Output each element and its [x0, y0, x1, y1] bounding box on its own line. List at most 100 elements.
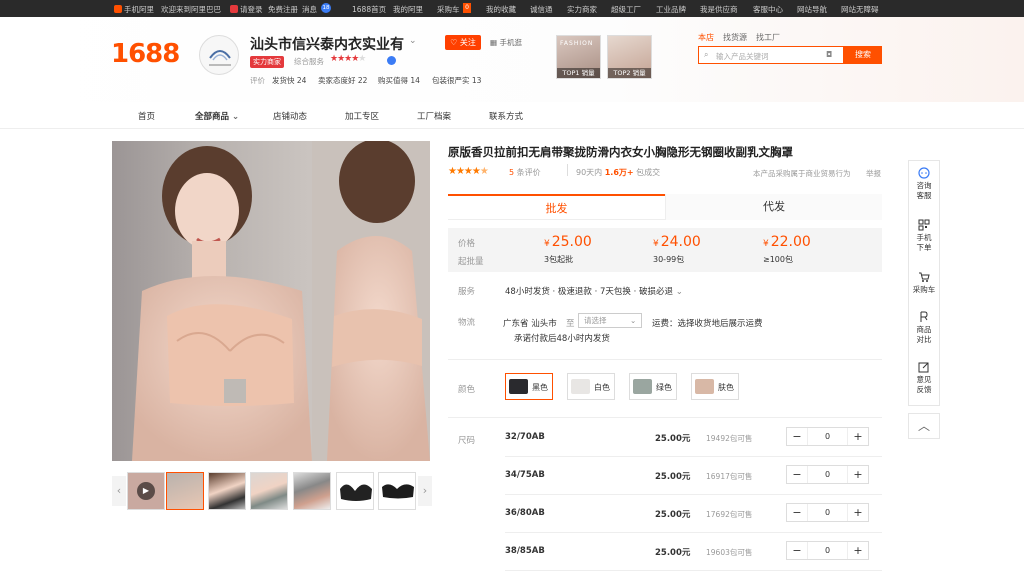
thumb-image-1[interactable] [166, 472, 204, 510]
tab-wholesale[interactable]: 批发 [448, 194, 665, 220]
nav-link-industrial-brand[interactable]: 工业品牌 [656, 4, 686, 15]
thumb-image-5[interactable] [336, 472, 374, 510]
size-name: 36/80AB [505, 508, 545, 518]
search-tab-factory[interactable]: 找工厂 [756, 32, 780, 43]
search-tab-store[interactable]: 本店 [698, 32, 714, 43]
nav-link-cart[interactable]: 采购车 [437, 4, 460, 15]
nav-link-accessibility[interactable]: 网站无障碍 [841, 4, 879, 15]
nav-all-products[interactable]: 全部商品 ⌄ [195, 110, 239, 122]
search-button[interactable]: 搜索 [844, 46, 882, 64]
messages-link[interactable]: 消息 [302, 4, 317, 15]
nav-link-power-merchant[interactable]: 实力商家 [567, 4, 597, 15]
promo-product-2[interactable]: TOP2 销量 [607, 35, 652, 79]
nav-link-my-ali[interactable]: 我的阿里 [393, 4, 423, 15]
price-tier-1: ¥25.00 [544, 234, 592, 250]
quantity-value[interactable]: 0 [807, 542, 848, 559]
login-link[interactable]: 请登录 [230, 4, 263, 15]
review-summary[interactable]: 5 条评价 [509, 167, 541, 178]
promo-product-1[interactable]: FASHION TOP1 销量 [556, 35, 601, 79]
quantity-stepper[interactable]: −0 + [786, 503, 869, 522]
thumb-next-arrow[interactable]: › [418, 476, 432, 506]
price-label: 价格 [458, 239, 476, 249]
rail-label: 采购车 [912, 285, 936, 294]
thumb-image-6[interactable] [378, 472, 416, 510]
divider [505, 570, 882, 571]
price-tier-2-qty: 30-99包 [653, 255, 685, 264]
rail-mobile-order[interactable]: 手机下单 [909, 219, 939, 253]
thumb-prev-arrow[interactable]: ‹ [112, 476, 126, 506]
rail-feedback[interactable]: 意见反馈 [909, 361, 939, 395]
tab-dropship[interactable]: 代发 [665, 194, 882, 220]
plus-button[interactable]: + [848, 504, 868, 521]
nav-shop-news[interactable]: 店铺动态 [273, 110, 307, 122]
color-name: 肤色 [718, 383, 734, 392]
compare-icon [920, 311, 928, 322]
back-to-top-button[interactable]: ︿ [908, 413, 940, 439]
nav-link-home[interactable]: 1688首页 [352, 4, 386, 15]
nav-link-chengxintong[interactable]: 诚信通 [530, 4, 553, 15]
color-option-green[interactable]: 绿色 [629, 373, 677, 400]
rail-label: 商品对比 [916, 325, 932, 344]
product-title: 原版香贝拉前扣无肩带聚拢防滑内衣女小胸隐形无钢圈收副乳文胸罩 [448, 145, 793, 159]
quantity-value[interactable]: 0 [807, 504, 848, 521]
nav-link-super-factory[interactable]: 超级工厂 [611, 4, 641, 15]
cart-icon [919, 272, 930, 282]
nav-link-service-center[interactable]: 客服中心 [753, 4, 783, 15]
destination-select-value: 请选择 [584, 316, 607, 325]
thumb-image-3[interactable] [250, 472, 288, 510]
nav-link-site-nav[interactable]: 网站导航 [797, 4, 827, 15]
camera-icon[interactable]: ◘ [826, 50, 832, 59]
color-label: 颜色 [458, 385, 476, 395]
thumb-image-4[interactable] [293, 472, 331, 510]
rail-compare[interactable]: 商品对比 [909, 311, 939, 345]
quantity-stepper[interactable]: −0 + [786, 541, 869, 560]
site-logo[interactable]: 1688 [111, 39, 180, 69]
quantity-value[interactable]: 0 [807, 428, 848, 445]
promo-label-1: TOP1 销量 [557, 68, 600, 78]
mobile-ali-link[interactable]: 手机阿里 [114, 4, 154, 15]
plus-button[interactable]: + [848, 542, 868, 559]
quantity-stepper[interactable]: −0 + [786, 465, 869, 484]
nav-contact[interactable]: 联系方式 [489, 110, 523, 122]
shop-logo[interactable] [199, 35, 239, 75]
rating-packaging: 包装很严实 13 [432, 75, 481, 86]
nav-link-favorites[interactable]: 我的收藏 [486, 4, 516, 15]
nav-factory-profile[interactable]: 工厂档案 [417, 110, 451, 122]
quantity-value[interactable]: 0 [807, 466, 848, 483]
rail-cart[interactable]: 采购车 [909, 271, 939, 295]
shop-name[interactable]: 汕头市信兴泰内衣实业有 [250, 34, 404, 54]
minus-button[interactable]: − [787, 428, 807, 445]
color-option-skin[interactable]: 肤色 [691, 373, 739, 400]
purchase-tabs: 批发 代发 [448, 194, 882, 220]
color-swatch [571, 379, 590, 394]
rating-stars: ★★★★★ [448, 166, 489, 177]
rating-fast-ship-value: 24 [296, 76, 307, 85]
report-link[interactable]: 举报 [866, 168, 881, 179]
chevron-down-icon[interactable]: ⌄ [409, 36, 417, 46]
chevron-down-icon: ⌄ [675, 287, 683, 297]
color-option-black[interactable]: 黑色 [505, 373, 553, 400]
thumb-image-2[interactable] [208, 472, 246, 510]
plus-button[interactable]: + [848, 428, 868, 445]
service-text[interactable]: 48小时发货 · 极速退款 · 7天包换 · 破损必退 ⌄ [505, 285, 683, 297]
follow-button[interactable]: ♡ 关注 [445, 35, 481, 50]
rail-customer-service[interactable]: 咨询客服 [909, 167, 939, 201]
search-tab-source[interactable]: 找货源 [723, 32, 747, 43]
minus-button[interactable]: − [787, 504, 807, 521]
minus-button[interactable]: − [787, 466, 807, 483]
quantity-stepper[interactable]: −0 + [786, 427, 869, 446]
nav-processing[interactable]: 加工专区 [345, 110, 379, 122]
main-product-image[interactable] [112, 141, 430, 461]
minus-button[interactable]: − [787, 542, 807, 559]
destination-select[interactable]: 请选择 ⌄ [578, 313, 642, 328]
mobile-shop-link[interactable]: ▦ 手机逛 [490, 37, 522, 48]
size-stock: 19492包可售 [706, 434, 753, 443]
thumb-video[interactable]: ▶ [127, 472, 165, 510]
chevron-down-icon: ⌄ [231, 112, 240, 122]
nav-link-supplier[interactable]: 我是供应商 [700, 4, 738, 15]
plus-button[interactable]: + [848, 466, 868, 483]
register-link[interactable]: 免费注册 [268, 4, 298, 15]
search-input[interactable]: ⌕ 输入产品关键词 ◘ [698, 46, 844, 64]
color-option-white[interactable]: 白色 [567, 373, 615, 400]
nav-home[interactable]: 首页 [138, 110, 155, 122]
